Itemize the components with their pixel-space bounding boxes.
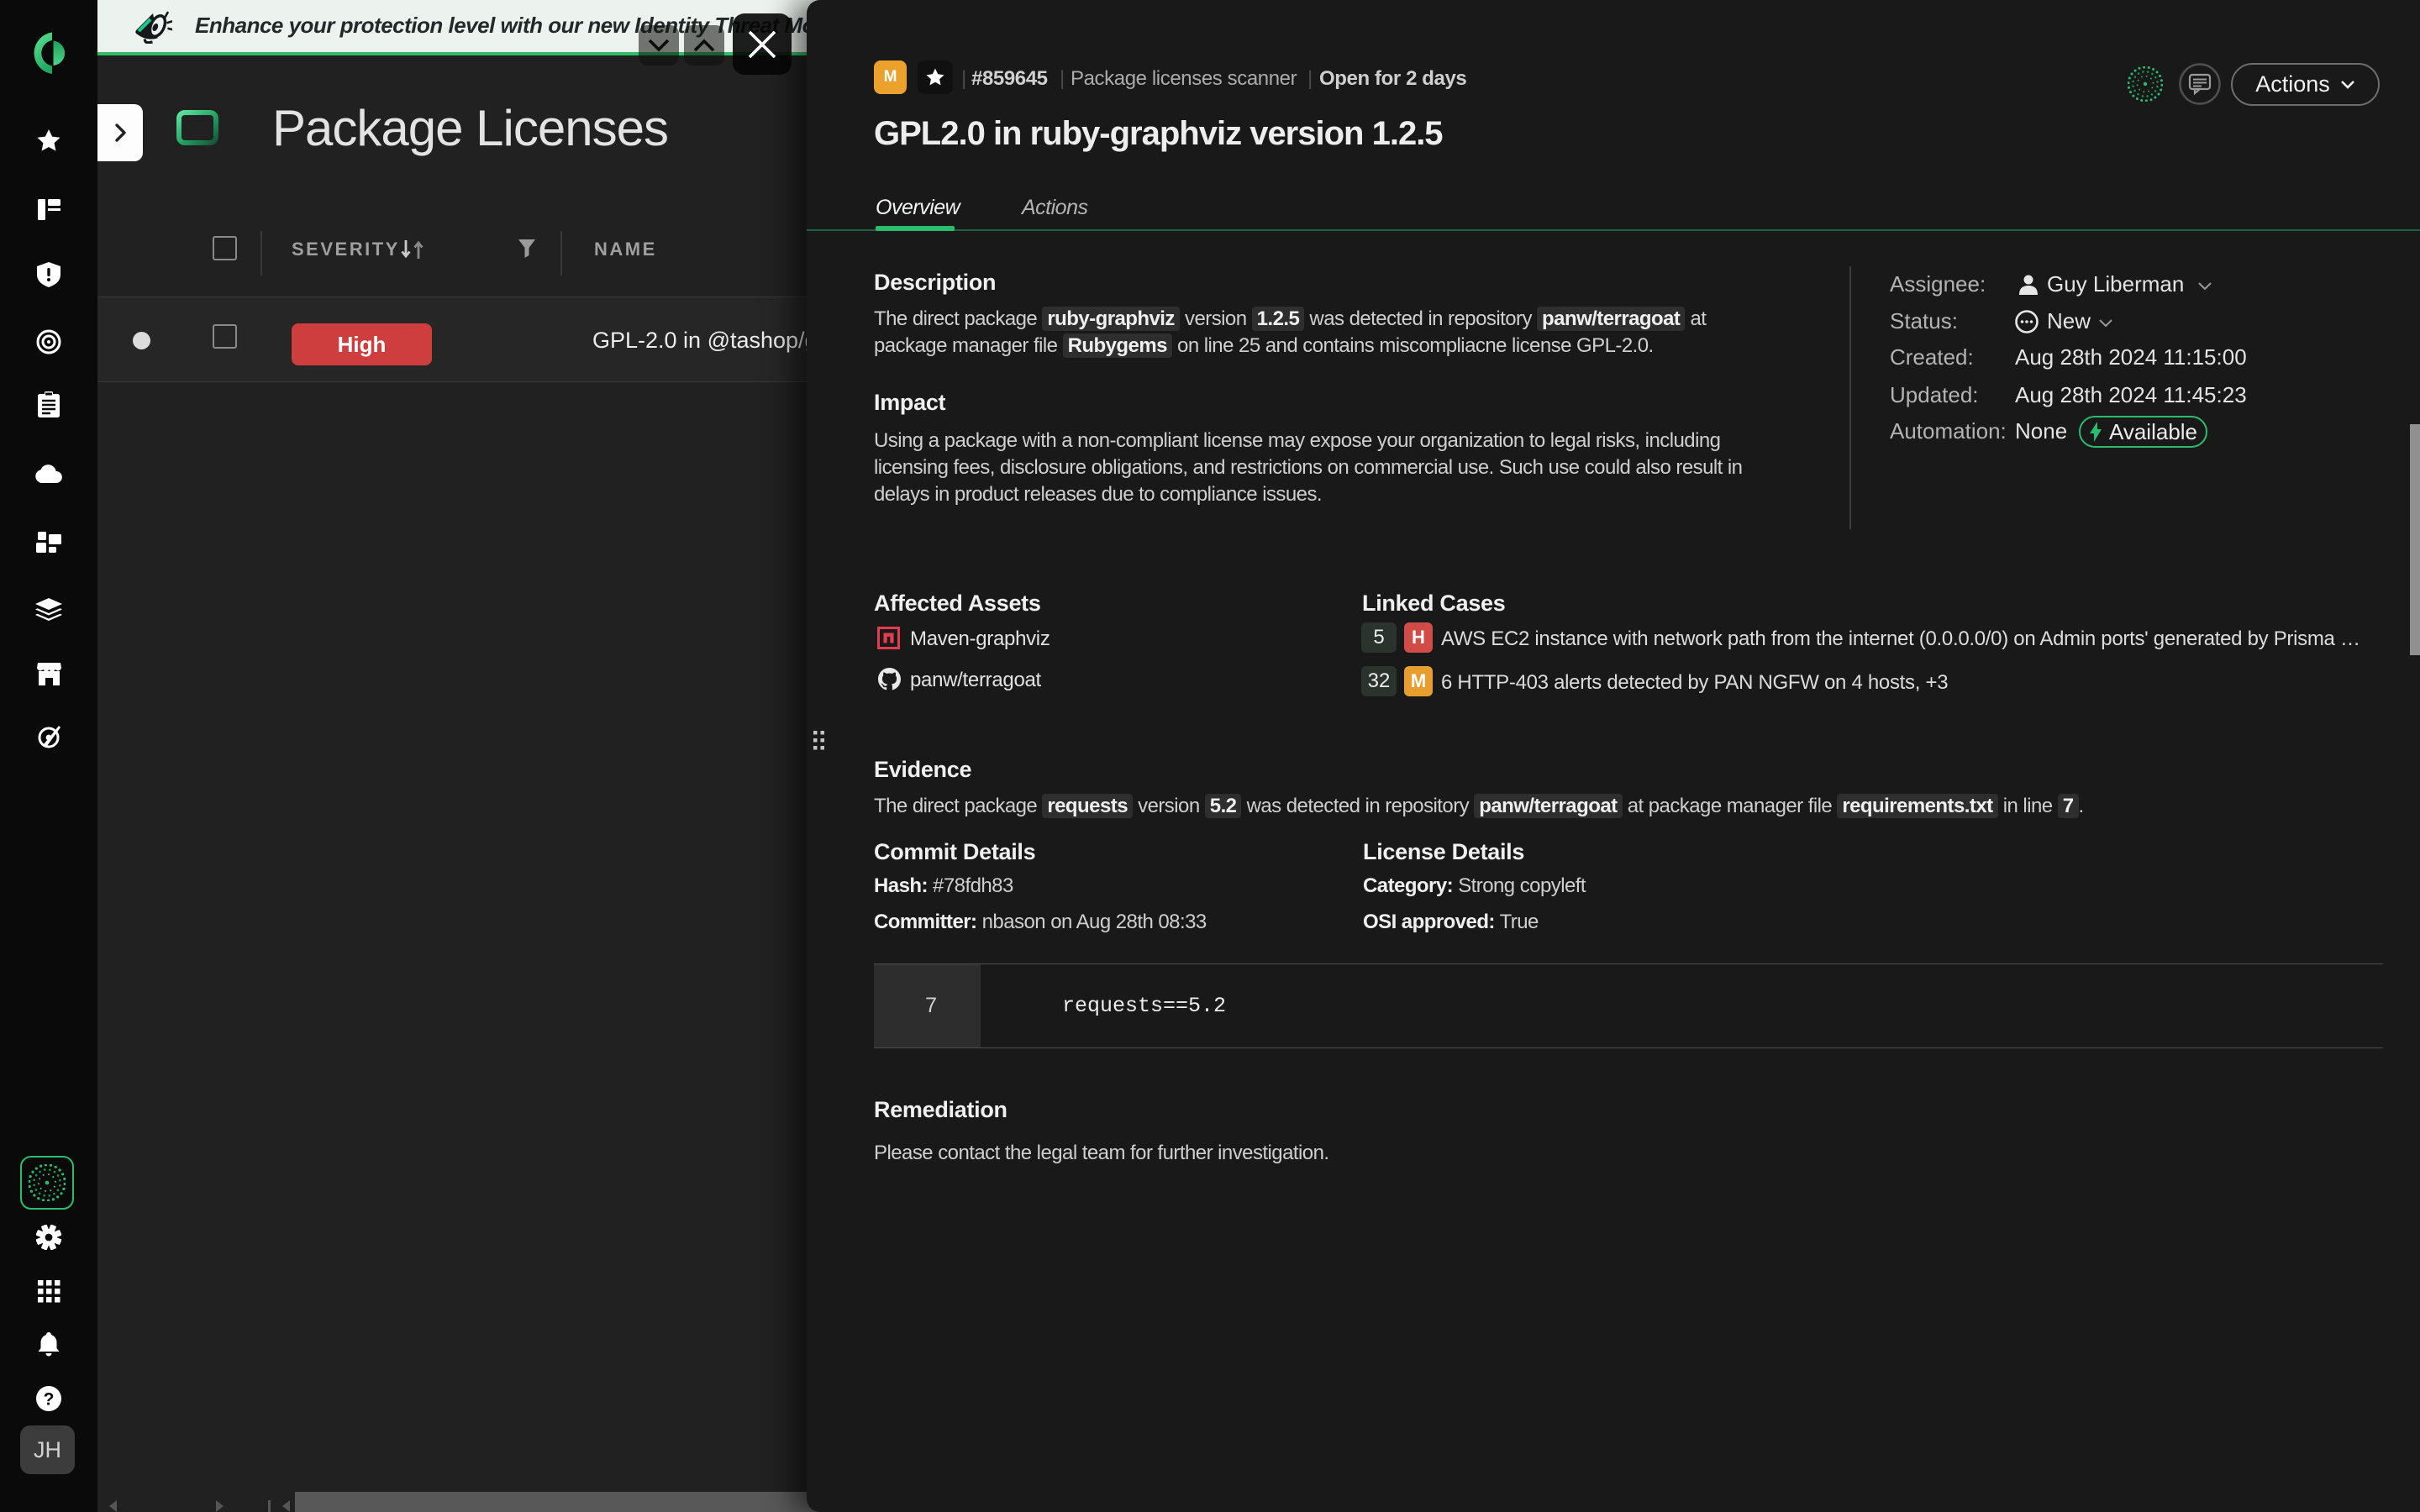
svg-text:?: ?: [44, 1390, 55, 1410]
